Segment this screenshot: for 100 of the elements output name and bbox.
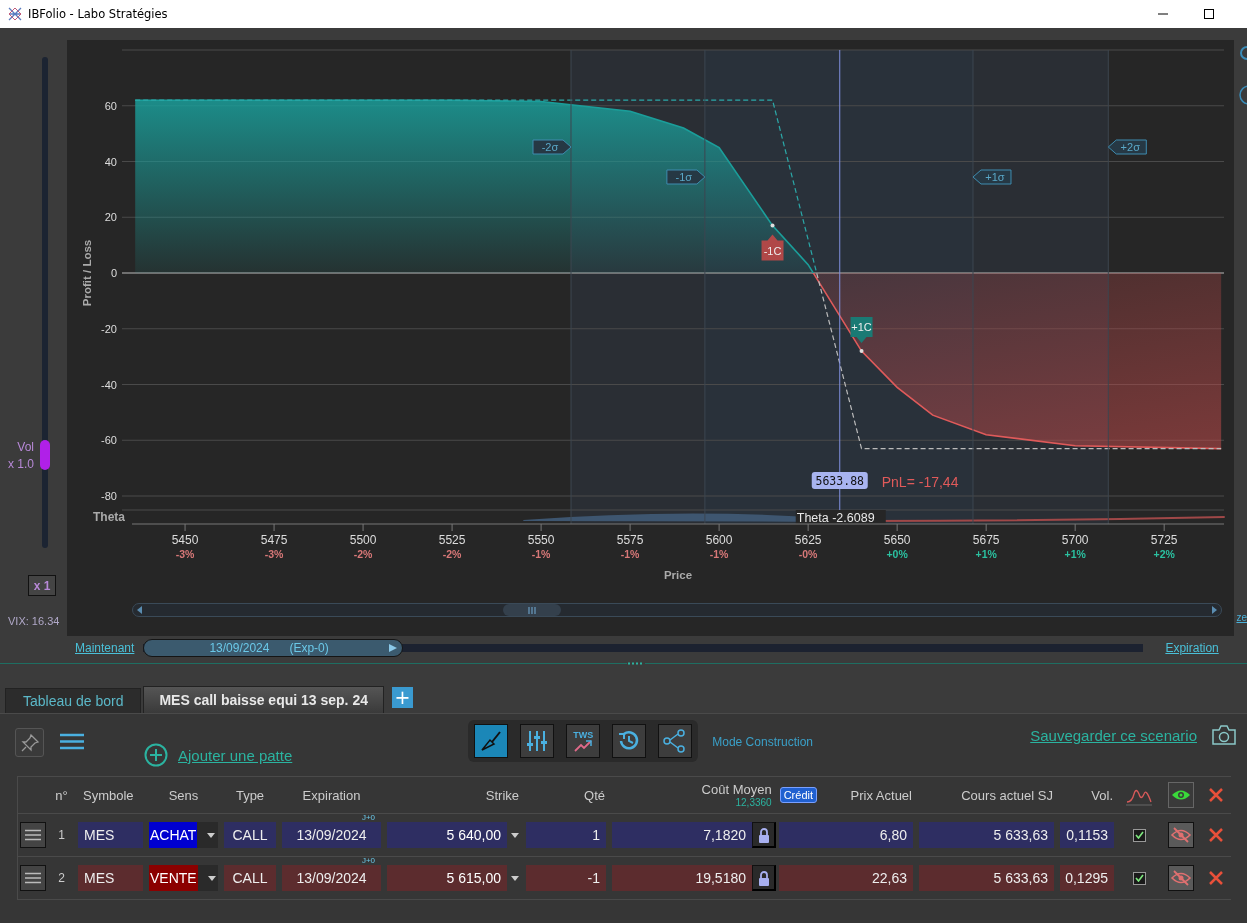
tick-label: 5600 (705, 533, 733, 547)
table-cell: MES (78, 822, 143, 848)
timeline-slider[interactable]: 13/09/2024 (Exp-0) (143, 639, 1144, 657)
expiry-tag: J+0 (361, 856, 375, 865)
tab[interactable]: MES call baisse equi 13 sep. 24 (143, 686, 384, 713)
direction-dropdown[interactable]: ACHAT (149, 822, 218, 848)
table-cell: 1 (526, 822, 606, 848)
table-cell: 5 633,63 (919, 865, 1054, 891)
table-cell: -1 (526, 865, 606, 891)
table-cell: 19,5180 (612, 865, 752, 891)
percent-label: +0% (886, 548, 908, 560)
tick-label: -20 (101, 322, 117, 335)
add-tab-button[interactable]: + (392, 687, 413, 708)
annotation: -1C (763, 244, 782, 257)
table-cell: 6,80 (779, 822, 913, 848)
direction-dropdown[interactable]: VENTE (149, 865, 218, 891)
axis-title: Theta (93, 510, 125, 524)
percent-label: -3% (175, 548, 195, 560)
tick-label: 5725 (1150, 533, 1178, 547)
tick-label: 5450 (171, 533, 199, 547)
tick-label: 5550 (527, 533, 555, 547)
ref-line-label: +1σ (985, 171, 1005, 183)
slider-label: Vol (17, 438, 34, 456)
save-scenario-link[interactable]: Sauvegarder ce scenario (1030, 727, 1197, 744)
ref-line-label: -2σ (541, 141, 559, 153)
ref-line-label: +2σ (1120, 141, 1141, 153)
tick-label: -60 (101, 434, 117, 447)
tick-label: 0 (110, 267, 117, 279)
sigma-tag: -2σ (532, 139, 572, 155)
theta-readout: Theta -2.6089 (795, 510, 886, 525)
column-header: Strike (484, 787, 520, 803)
percent-label: -1% (531, 548, 551, 560)
percent-label: -1% (620, 548, 640, 560)
timeline-thumb[interactable]: 13/09/2024 (Exp-0) (143, 639, 404, 657)
slider-value: x 1.0 (8, 455, 34, 473)
sigma-tag: +1σ (972, 169, 1012, 185)
percent-label: -0% (798, 548, 818, 560)
expiration-link[interactable]: Expiration (1165, 641, 1219, 655)
percent-label: -2% (353, 548, 373, 560)
sigma-tag: -1σ (666, 169, 706, 185)
vix-reading: VIX: 16.34 (8, 615, 61, 627)
tick-label: 5700 (1061, 533, 1089, 547)
pnl-readout: PnL= -17,44 (881, 474, 959, 490)
column-header: Coût Moyen (701, 782, 772, 797)
tick-label: -80 (101, 490, 117, 502)
percent-label: +1% (1064, 548, 1086, 560)
annotation: +1C (851, 321, 872, 334)
expiry-tag: J+0 (361, 813, 375, 822)
axis-title: Profit / Loss (81, 239, 93, 307)
column-header: Qté (583, 787, 606, 803)
column-header: Sens (167, 787, 200, 803)
column-header: Vol. (1090, 787, 1114, 803)
column-header: n° (54, 787, 69, 803)
ref-line-label: -1σ (675, 171, 693, 183)
price-tag: 5633.88 (811, 472, 868, 489)
tool-button[interactable]: TWS (566, 724, 601, 758)
tick-label: 20 (104, 211, 117, 224)
window-title: IBFolio - Labo Stratégies (28, 7, 168, 21)
timeline-date: 13/09/2024 (209, 641, 270, 655)
table-cell: 0,1295 (1060, 865, 1114, 891)
zoom-link[interactable]: ze (1236, 612, 1247, 623)
leg-tag: +1C (850, 317, 873, 344)
table-cell: CALL (224, 865, 276, 891)
table-cell: MES (78, 865, 143, 891)
timeline-expiry: (Exp-0) (289, 641, 329, 655)
tick-label: 40 (104, 155, 117, 168)
cost-total: 12,3360 (735, 797, 772, 808)
tick-label: -40 (101, 378, 117, 391)
now-link[interactable]: Maintenant (75, 641, 135, 655)
tab[interactable]: Tableau de bord (5, 688, 142, 713)
percent-label: -3% (264, 548, 284, 560)
percent-label: +1% (975, 548, 997, 560)
axis-title: Price (663, 569, 693, 581)
add-leg-link[interactable]: Ajouter une patte (178, 746, 293, 764)
credit-badge: Crédit (779, 787, 817, 803)
table-cell: 5 633,63 (919, 822, 1054, 848)
table-cell: 7,1820 (612, 822, 752, 848)
column-header: Symbole (82, 787, 135, 803)
leg-tag: -1C (761, 234, 784, 261)
tick-label: 5525 (438, 533, 466, 547)
tick-label: 5500 (349, 533, 377, 547)
percent-label: -2% (442, 548, 462, 560)
tick-label: 5650 (883, 533, 911, 547)
expiry-date: 13/09/2024 (296, 870, 367, 886)
reset-button[interactable]: x 1 (28, 575, 56, 596)
mode-label: Mode Construction (712, 735, 813, 749)
table-cell: 0,1153 (1060, 822, 1114, 848)
tick-label: 5625 (794, 533, 822, 547)
column-header: Type (234, 787, 266, 803)
tick-label: 5675 (972, 533, 1000, 547)
tick-label: 5575 (616, 533, 644, 547)
percent-label: +2% (1153, 548, 1175, 560)
sigma-tag: +2σ (1107, 139, 1147, 155)
column-header: Expiration (301, 787, 362, 803)
percent-label: -1% (709, 548, 729, 560)
column-header: Cours actuel SJ (960, 787, 1054, 803)
expiry-date: 13/09/2024 (296, 827, 367, 843)
row-number: 2 (57, 871, 66, 885)
table-cell: 22,63 (779, 865, 913, 891)
ref-line-label: 5633.88 (815, 474, 865, 488)
